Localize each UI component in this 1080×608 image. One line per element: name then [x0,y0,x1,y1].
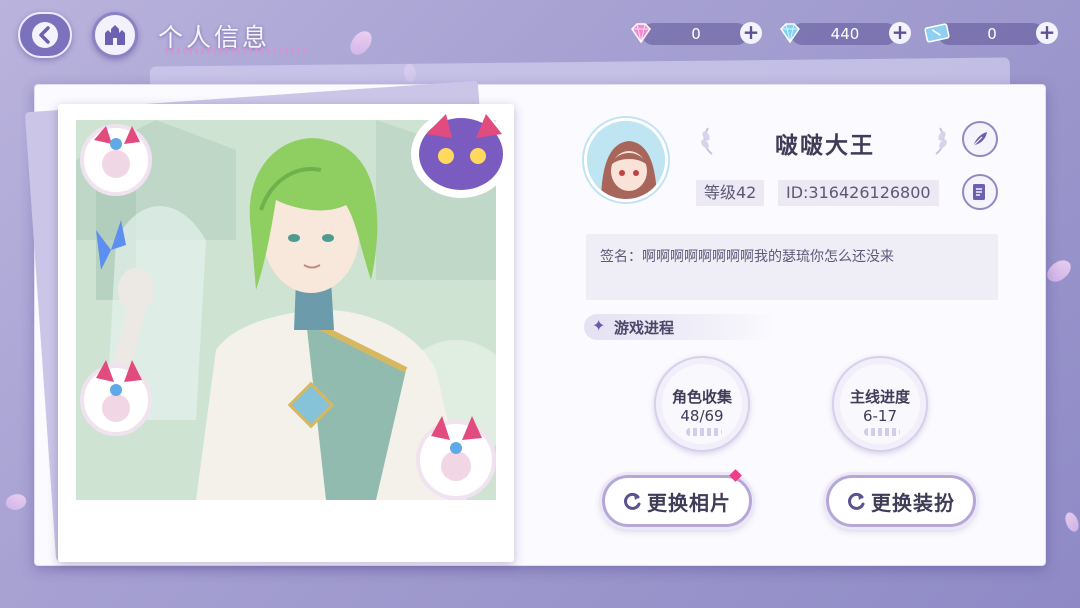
level-badge: 等级42 [696,180,765,206]
change-outfit-button[interactable]: 更换装扮 [826,475,976,527]
leaf-decoration [686,428,722,436]
back-arrow-icon [32,22,58,48]
petal-decoration [1061,510,1080,534]
laurel-left-icon [701,127,713,155]
avatar[interactable] [584,118,668,202]
signature-box[interactable]: 签名：啊啊啊啊啊啊啊啊我的瑟琉你怎么还没来 [586,234,998,300]
game-progress-title: 游戏进程 [614,319,675,337]
player-id: ID:316426126800 [778,180,939,206]
leaf-decoration [864,428,900,436]
stat-value: 48/69 [680,407,724,425]
title-decoration [165,48,305,54]
ghost-mascot-sticker [411,110,511,198]
currency-ticket: 0 + [924,20,1058,46]
change-photo-label: 更换相片 [647,490,731,515]
records-button[interactable] [962,174,998,210]
blue-diamond-count: 440 [830,25,860,43]
feather-quill-icon [972,132,987,147]
currency-pink-diamond: 0 + [628,20,762,46]
sparkle-icon: ✦ [592,316,606,335]
edit-name-button[interactable] [962,121,998,157]
mascot-sticker [80,124,152,196]
character-collection-stat[interactable]: 角色收集 48/69 [654,356,750,452]
change-outfit-label: 更换装扮 [871,490,955,515]
main-story-progress-stat[interactable]: 主线进度 6-17 [832,356,928,452]
laurel-right-icon [935,127,947,155]
ticket-count: 0 [987,25,997,43]
pink-diamond-count: 0 [691,25,701,43]
add-blue-diamond-button[interactable]: + [889,22,911,44]
change-photo-button[interactable]: 更换相片 [602,475,752,527]
stat-value: 6-17 [862,407,898,425]
refresh-icon [624,492,641,510]
stat-label: 主线进度 [849,388,910,406]
refresh-icon [848,492,865,510]
signature-text: 签名：啊啊啊啊啊啊啊啊我的瑟琉你怎么还没来 [600,249,894,265]
currency-blue-diamond: 440 + [777,20,911,46]
castle-icon [105,25,125,45]
back-button[interactable] [18,12,72,58]
game-progress-header: ✦ 游戏进程 [584,314,774,340]
home-button[interactable] [92,12,138,58]
player-name: 啵啵大王 [775,133,875,159]
document-list-icon [973,184,985,200]
add-ticket-button[interactable]: + [1036,22,1058,44]
add-pink-diamond-button[interactable]: + [740,22,762,44]
stat-label: 角色收集 [671,388,732,406]
petal-decoration [3,490,29,514]
petal-decoration [1043,255,1075,287]
